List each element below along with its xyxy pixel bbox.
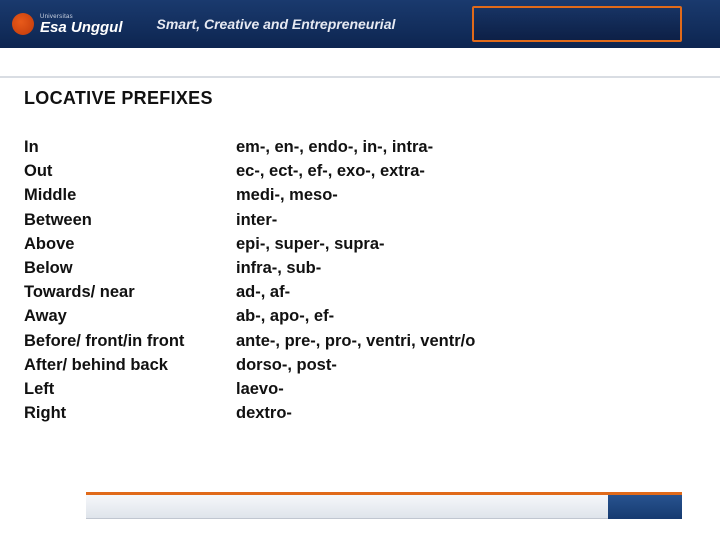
brand-logo: Universitas Esa Unggul [12, 13, 123, 35]
prefix-cell: em-, en-, endo-, in-, intra- [236, 135, 696, 159]
term-cell: After/ behind back [24, 353, 218, 377]
prefix-cell: dextro- [236, 401, 696, 425]
prefix-cell: ad-, af- [236, 280, 696, 304]
term-cell: Below [24, 256, 218, 280]
prefix-cell: inter- [236, 208, 696, 232]
prefix-cell: ab-, apo-, ef- [236, 304, 696, 328]
terms-column: In Out Middle Between Above Below Toward… [24, 135, 218, 425]
prefixes-column: em-, en-, endo-, in-, intra- ec-, ect-, … [236, 135, 696, 425]
term-cell: Middle [24, 183, 218, 207]
term-cell: In [24, 135, 218, 159]
prefix-cell: epi-, super-, supra- [236, 232, 696, 256]
footer-bar [86, 492, 634, 526]
term-cell: Out [24, 159, 218, 183]
prefix-cell: dorso-, post- [236, 353, 696, 377]
term-cell: Right [24, 401, 218, 425]
prefix-cell: ante-, pre-, pro-, ventri, ventr/o [236, 329, 696, 353]
term-cell: Left [24, 377, 218, 401]
term-cell: Above [24, 232, 218, 256]
prefix-cell: infra-, sub- [236, 256, 696, 280]
brand-tagline: Smart, Creative and Entrepreneurial [157, 16, 396, 32]
slide-header: Universitas Esa Unggul Smart, Creative a… [0, 0, 720, 48]
slide-content: LOCATIVE PREFIXES In Out Middle Between … [0, 78, 720, 425]
term-cell: Before/ front/in front [24, 329, 218, 353]
slide-footer [0, 492, 720, 526]
globe-icon [12, 13, 34, 35]
brand-name: Esa Unggul [40, 20, 123, 35]
footer-blue-tab [608, 492, 682, 519]
header-accent-box [472, 6, 682, 42]
prefix-cell: medi-, meso- [236, 183, 696, 207]
term-cell: Between [24, 208, 218, 232]
prefix-cell: ec-, ect-, ef-, exo-, extra- [236, 159, 696, 183]
footer-body [86, 495, 634, 519]
term-cell: Away [24, 304, 218, 328]
page-title: LOCATIVE PREFIXES [24, 88, 696, 109]
term-cell: Towards/ near [24, 280, 218, 304]
brand-text: Universitas Esa Unggul [40, 14, 123, 35]
prefix-table: In Out Middle Between Above Below Toward… [24, 135, 696, 425]
prefix-cell: laevo- [236, 377, 696, 401]
